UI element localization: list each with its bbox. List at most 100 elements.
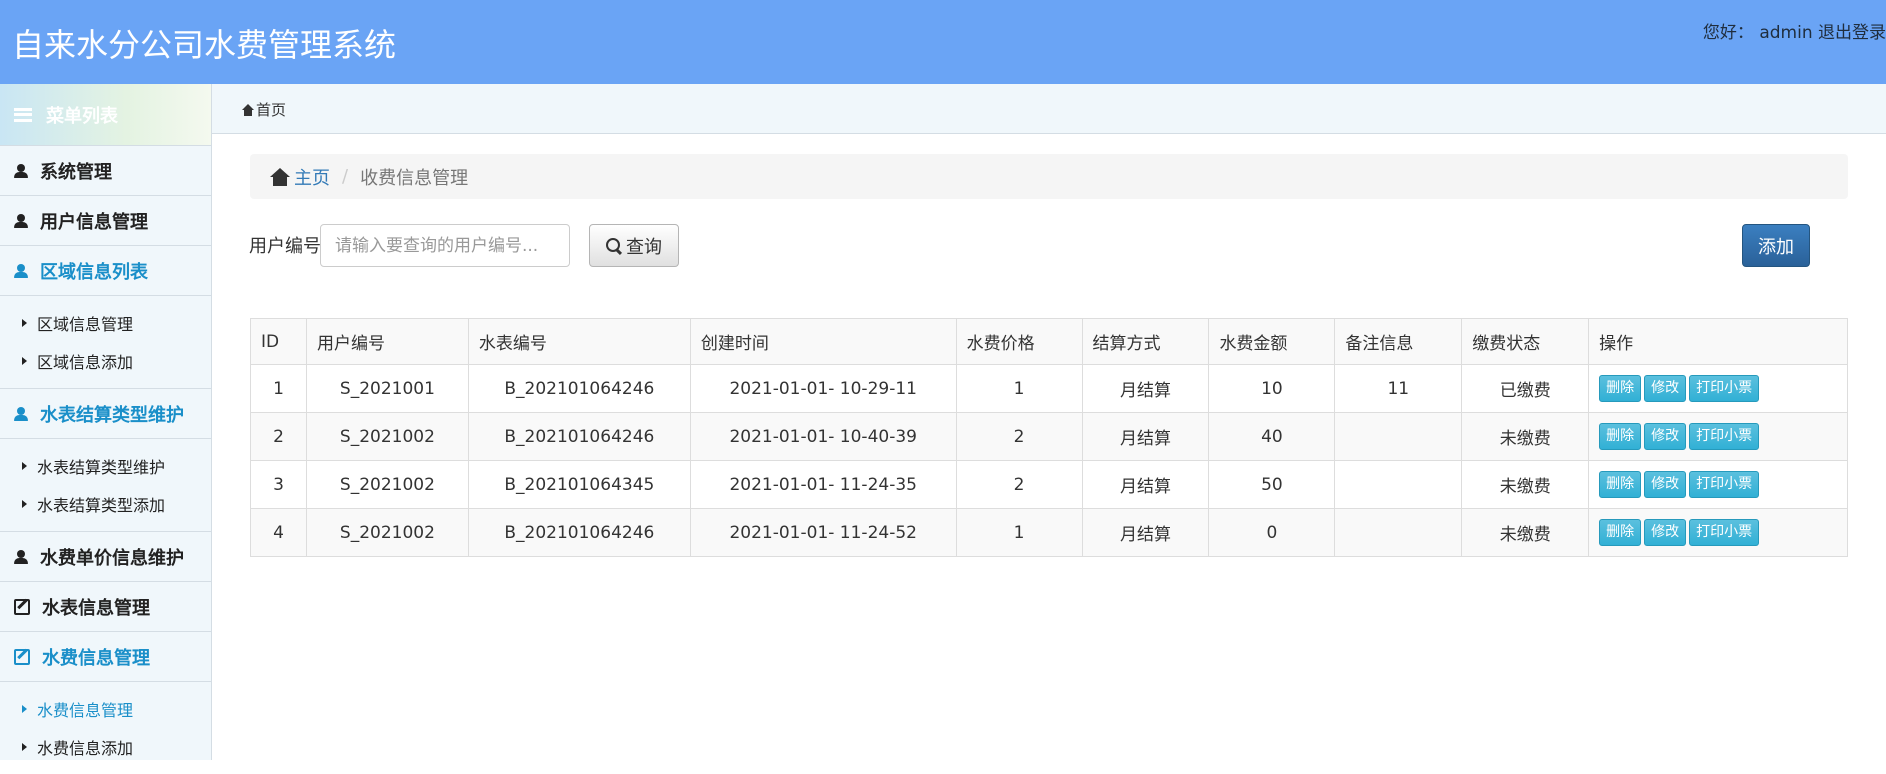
delete-button[interactable]: 删除 — [1599, 375, 1642, 402]
menu-label: 系统管理 — [40, 161, 112, 183]
caret-right-icon — [22, 705, 27, 713]
sub-item-label: 水费信息管理 — [37, 701, 134, 720]
edit-button[interactable]: 修改 — [1644, 423, 1687, 450]
caret-right-icon — [22, 357, 27, 365]
tab-home-label: 首页 — [256, 101, 287, 119]
sidebar-heading: 菜单列表 — [0, 84, 211, 146]
menu-label: 水费单价信息维护 — [40, 547, 184, 569]
tab-strip: 首页 — [212, 84, 1886, 134]
sidebar-heading-label: 菜单列表 — [46, 105, 118, 127]
column-header: 操作 — [1588, 318, 1848, 365]
cell-status: 未缴费 — [1461, 460, 1590, 509]
logout-link[interactable]: 退出登录 — [1818, 23, 1886, 43]
caret-right-icon — [22, 462, 27, 470]
table-row: 3 S_2021002 B_202101064345 2021-01-01- 1… — [250, 460, 1848, 509]
user-area: 您好： admin 退出登录 — [1703, 18, 1886, 43]
greeting: 您好： admin — [1702, 23, 1813, 43]
menu-label: 用户信息管理 — [40, 211, 148, 233]
menu-label: 区域信息列表 — [40, 261, 148, 283]
cell-actions: 删除 修改 打印小票 — [1588, 508, 1848, 557]
cell-id: 4 — [250, 508, 307, 557]
cell-id: 1 — [250, 364, 307, 413]
cell-amount: 10 — [1208, 364, 1336, 413]
list-icon — [14, 107, 32, 122]
column-header: 缴费状态 — [1461, 318, 1590, 365]
breadcrumb-home-link[interactable]: 主页 — [270, 164, 330, 190]
sub-item-area-add[interactable]: 区域信息添加 — [0, 342, 211, 380]
menu-meter-info[interactable]: 水表信息管理 — [0, 582, 211, 632]
menu-label: 水表信息管理 — [42, 597, 150, 619]
print-receipt-button[interactable]: 打印小票 — [1689, 471, 1760, 498]
home-icon — [242, 103, 254, 116]
sub-item-area-manage[interactable]: 区域信息管理 — [0, 304, 211, 342]
print-receipt-button[interactable]: 打印小票 — [1689, 519, 1760, 546]
cell-status: 已缴费 — [1461, 364, 1590, 413]
menu-system[interactable]: 系统管理 — [0, 146, 211, 196]
edit-button[interactable]: 修改 — [1644, 471, 1687, 498]
edit-icon — [14, 648, 30, 665]
cell-note — [1334, 460, 1463, 509]
search-label: 用户编号 — [249, 236, 321, 257]
breadcrumb: 主页 / 收费信息管理 — [250, 154, 1848, 199]
cell-id: 2 — [250, 412, 307, 461]
user-icon — [14, 549, 28, 564]
cell-user: S_2021002 — [305, 460, 469, 509]
sub-item-fee-add[interactable]: 水费信息添加 — [0, 728, 211, 766]
cell-price: 2 — [955, 460, 1083, 509]
menu-user-info[interactable]: 用户信息管理 — [0, 196, 211, 246]
column-header: 水费金额 — [1208, 318, 1336, 365]
menu-label: 水费信息管理 — [42, 647, 150, 669]
cell-note — [1334, 412, 1463, 461]
user-icon — [14, 406, 28, 421]
query-button-label: 查询 — [626, 236, 662, 258]
print-receipt-button[interactable]: 打印小票 — [1689, 423, 1760, 450]
cell-created: 2021-01-01- 11-24-35 — [689, 460, 957, 509]
cell-user: S_2021002 — [305, 508, 469, 557]
cell-price: 1 — [955, 364, 1083, 413]
submenu-settle-type: 水表结算类型维护 水表结算类型添加 — [0, 439, 211, 532]
fee-table: ID 用户编号 水表编号 创建时间 水费价格 结算方式 水费金额 备注信息 缴费… — [250, 318, 1848, 557]
query-button[interactable]: 查询 — [589, 224, 679, 267]
print-receipt-button[interactable]: 打印小票 — [1689, 375, 1760, 402]
menu-fee-info[interactable]: 水费信息管理 — [0, 632, 211, 682]
user-icon — [14, 163, 28, 178]
sub-item-settle-type-add[interactable]: 水表结算类型添加 — [0, 485, 211, 523]
search-input[interactable] — [320, 224, 570, 267]
edit-button[interactable]: 修改 — [1644, 519, 1687, 546]
delete-button[interactable]: 删除 — [1599, 423, 1642, 450]
sub-item-settle-type-manage[interactable]: 水表结算类型维护 — [0, 447, 211, 485]
add-button[interactable]: 添加 — [1742, 224, 1810, 267]
cell-meter: B_202101064345 — [467, 460, 691, 509]
breadcrumb-home-label: 主页 — [294, 167, 330, 189]
table-row: 2 S_2021002 B_202101064246 2021-01-01- 1… — [250, 412, 1848, 461]
cell-created: 2021-01-01- 11-24-52 — [689, 508, 957, 557]
home-icon — [270, 167, 290, 186]
search-icon — [606, 237, 622, 254]
tab-home[interactable]: 首页 — [242, 99, 286, 120]
menu-unit-price[interactable]: 水费单价信息维护 — [0, 532, 211, 582]
top-header: 自来水分公司水费管理系统 您好： admin 退出登录 — [0, 0, 1886, 84]
cell-created: 2021-01-01- 10-29-11 — [689, 364, 957, 413]
edit-button[interactable]: 修改 — [1644, 375, 1687, 402]
table-row: 4 S_2021002 B_202101064246 2021-01-01- 1… — [250, 508, 1848, 557]
cell-note: 11 — [1334, 364, 1463, 413]
sub-item-fee-manage[interactable]: 水费信息管理 — [0, 690, 211, 728]
menu-meter-settle-type[interactable]: 水表结算类型维护 — [0, 389, 211, 439]
breadcrumb-current: 收费信息管理 — [360, 167, 469, 189]
cell-settle: 月结算 — [1081, 508, 1210, 557]
sub-item-label: 区域信息添加 — [37, 353, 134, 372]
cell-status: 未缴费 — [1461, 412, 1590, 461]
caret-right-icon — [22, 500, 27, 508]
delete-button[interactable]: 删除 — [1599, 519, 1642, 546]
cell-settle: 月结算 — [1081, 364, 1210, 413]
cell-amount: 40 — [1208, 412, 1336, 461]
table-header-row: ID 用户编号 水表编号 创建时间 水费价格 结算方式 水费金额 备注信息 缴费… — [250, 318, 1848, 365]
column-header: 用户编号 — [305, 318, 469, 365]
user-icon — [14, 213, 28, 228]
sub-item-label: 水费信息添加 — [37, 739, 134, 758]
cell-price: 1 — [955, 508, 1083, 557]
delete-button[interactable]: 删除 — [1599, 471, 1642, 498]
menu-area-list[interactable]: 区域信息列表 — [0, 246, 211, 296]
cell-meter: B_202101064246 — [467, 364, 691, 413]
cell-amount: 0 — [1208, 508, 1336, 557]
